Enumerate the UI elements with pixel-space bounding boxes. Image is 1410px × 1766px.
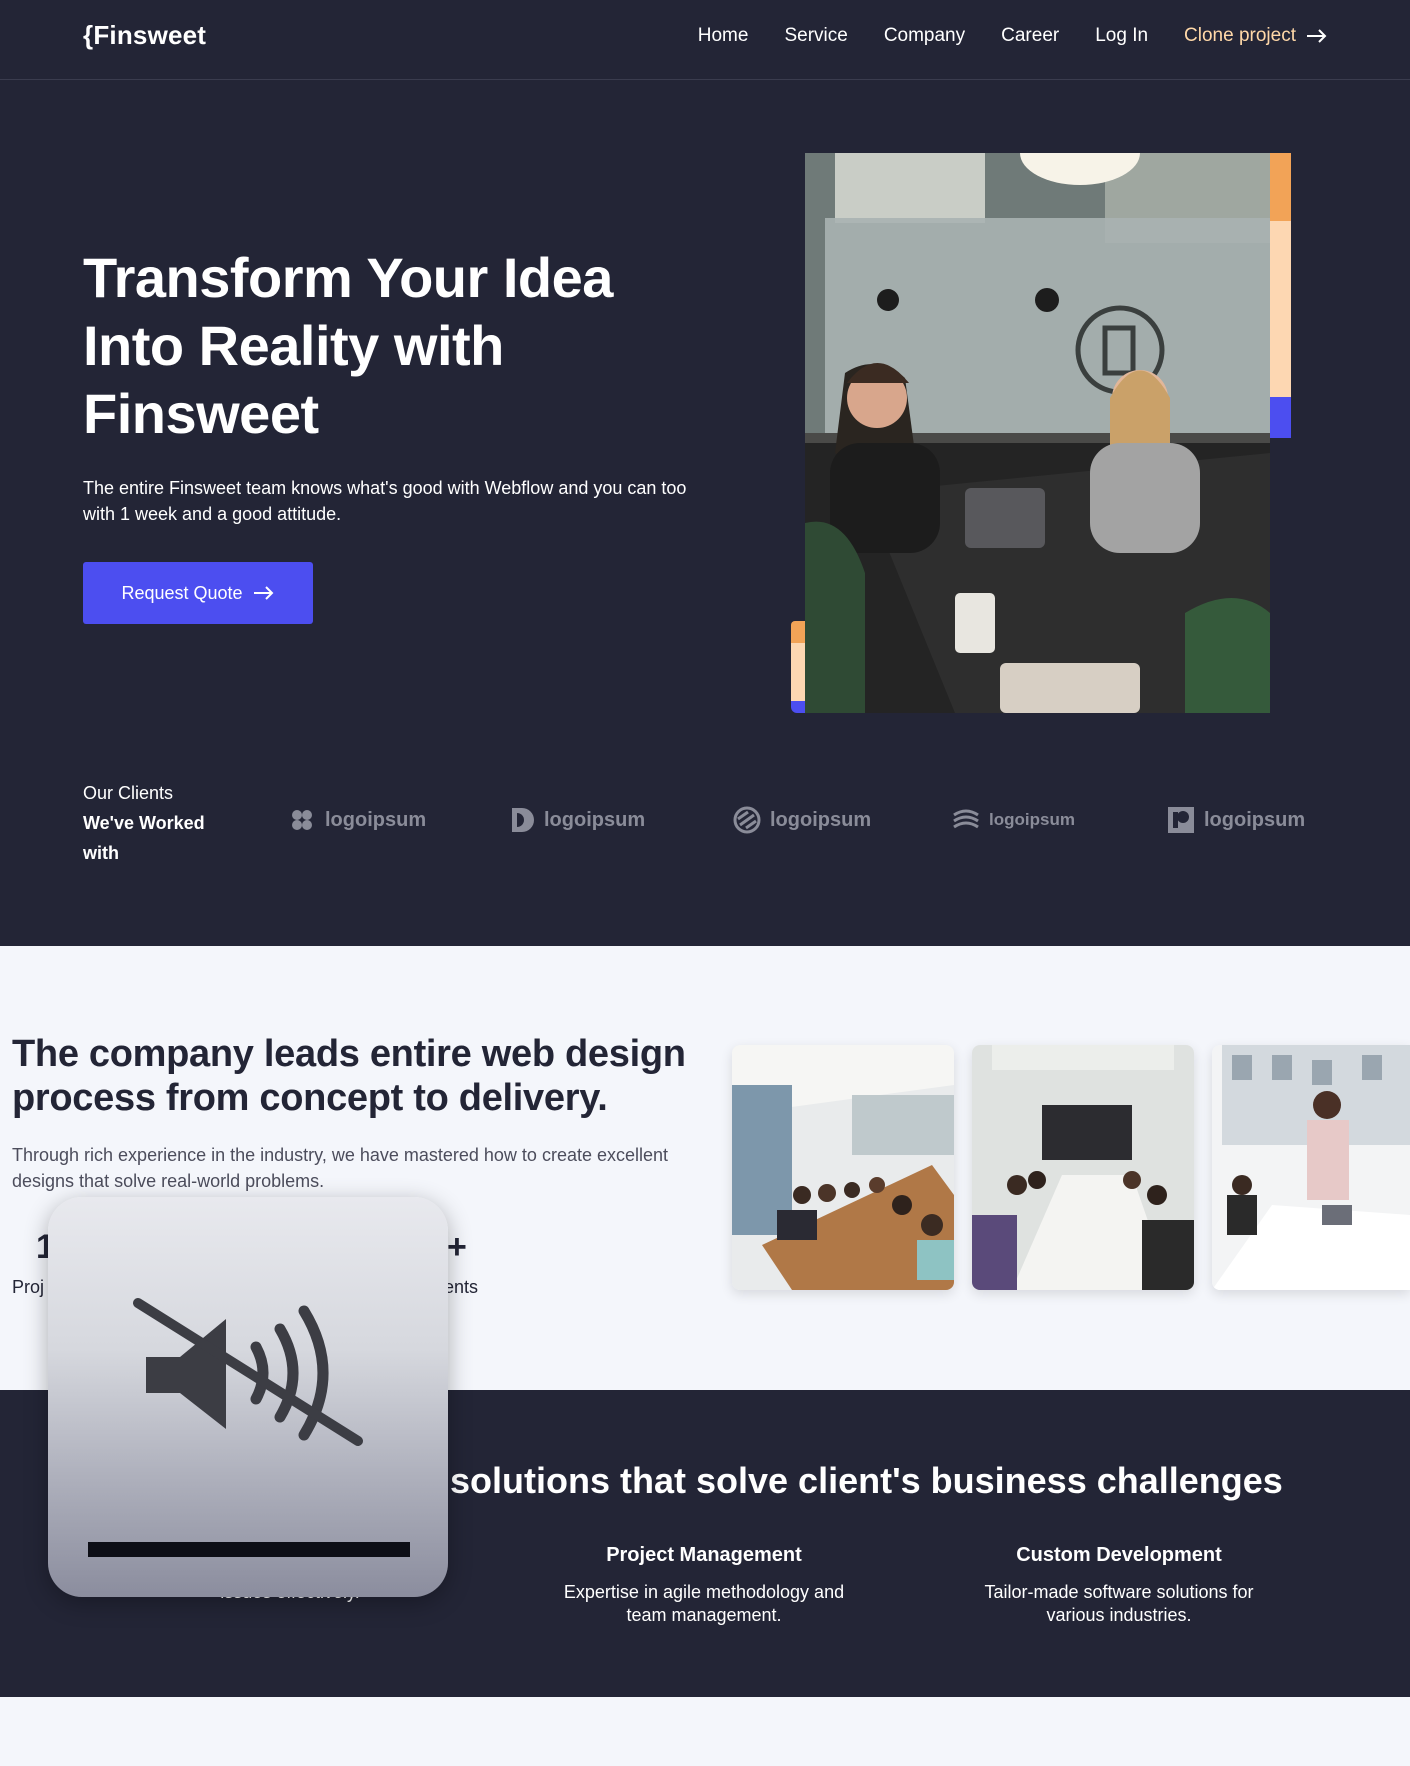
client-logo: logoipsum xyxy=(732,805,871,835)
top-navbar: {Finsweet Home Service Company Career Lo… xyxy=(0,0,1410,80)
hero-photo xyxy=(805,153,1270,713)
accent-bar xyxy=(1270,397,1291,438)
nav-links: Home Service Company Career Log In Clone… xyxy=(698,0,1328,72)
request-quote-button[interactable]: Request Quote xyxy=(83,562,313,624)
logoipsum-icon xyxy=(953,809,979,829)
request-quote-label: Request Quote xyxy=(121,582,243,603)
clients-lead: Our Clients xyxy=(83,783,174,803)
about-title: The company leads entire web design proc… xyxy=(12,1033,686,1119)
stat-label: ents xyxy=(444,1277,479,1297)
nav-career[interactable]: Career xyxy=(1001,25,1059,47)
arrow-right-icon xyxy=(253,586,273,600)
nav-home[interactable]: Home xyxy=(698,25,749,47)
hero-title: Transform Your Idea Into Reality with Fi… xyxy=(83,246,613,445)
nav-login[interactable]: Log In xyxy=(1095,25,1148,47)
accent-bar xyxy=(791,621,805,643)
logoipsum-icon xyxy=(733,806,761,834)
client-logo: logoipsum xyxy=(287,805,426,835)
service-title: Custom Development xyxy=(1016,1544,1222,1566)
service-title: Project Management xyxy=(606,1544,802,1566)
clients-label: Our Clients We've Worked with xyxy=(83,778,223,868)
nav-company[interactable]: Company xyxy=(884,25,965,47)
clone-project-label: Clone project xyxy=(1184,25,1296,46)
client-logo-text: logoipsum xyxy=(1204,808,1306,831)
client-logo-text: logoipsum xyxy=(989,810,1075,829)
accent-bar xyxy=(1270,153,1291,221)
client-logo: logoipsum xyxy=(506,805,645,835)
logoipsum-icon xyxy=(1168,807,1194,833)
service-desc: Expertise in agile methodology and team … xyxy=(563,1582,845,1625)
volume-level-bar xyxy=(88,1542,410,1557)
speaker-muted-icon xyxy=(133,1298,363,1446)
office-photo xyxy=(1212,1045,1410,1290)
client-logo-text: logoipsum xyxy=(544,808,646,831)
client-logo-text: logoipsum xyxy=(770,808,872,831)
services-title: solutions that solve client's business c… xyxy=(450,1460,1283,1501)
service-card: Project Management Expertise in agile me… xyxy=(544,1544,864,1627)
accent-bar xyxy=(791,643,805,701)
client-logo-text: logoipsum xyxy=(325,808,427,831)
accent-bar xyxy=(791,701,805,713)
nav-service[interactable]: Service xyxy=(784,25,847,47)
logoipsum-icon xyxy=(292,810,312,830)
service-card: Custom Development Tailor-made software … xyxy=(959,1544,1279,1627)
volume-muted-hud xyxy=(48,1197,448,1597)
stat-number: + xyxy=(447,1228,467,1266)
hero-section: Transform Your Idea Into Reality with Fi… xyxy=(0,80,1410,946)
service-desc: Tailor-made software solutions for vario… xyxy=(984,1582,1254,1625)
clone-project-link[interactable]: Clone project xyxy=(1184,25,1328,47)
accent-bar xyxy=(1270,221,1291,397)
client-logo: logoipsum xyxy=(1166,805,1305,835)
office-photo xyxy=(972,1045,1194,1290)
client-logo: logoipsum xyxy=(951,805,1075,835)
hero-subtitle: The entire Finsweet team knows what's go… xyxy=(83,478,687,524)
clients-heading: We've Worked with xyxy=(83,813,205,863)
arrow-right-icon xyxy=(1307,29,1327,43)
office-photo xyxy=(732,1045,954,1290)
stat-label: Proj xyxy=(12,1277,45,1297)
about-subtitle: Through rich experience in the industry,… xyxy=(12,1145,669,1191)
logoipsum-icon xyxy=(512,808,534,832)
brand-logo[interactable]: {Finsweet xyxy=(83,20,206,51)
